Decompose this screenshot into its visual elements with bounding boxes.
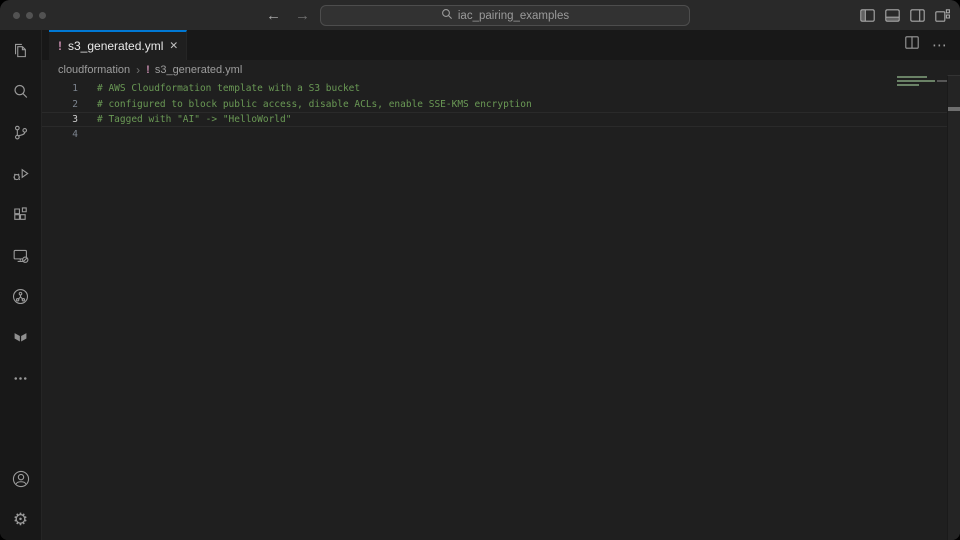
workbench: ⚙ ! s3_generated.yml ✕ ⋯	[0, 30, 960, 540]
manage-gear-icon[interactable]: ⚙	[0, 499, 41, 540]
accounts-icon[interactable]	[0, 458, 41, 499]
tab-label: s3_generated.yml	[68, 39, 163, 53]
run-and-debug-icon[interactable]	[0, 153, 41, 194]
breadcrumb-separator-icon: ›	[136, 63, 140, 77]
editor-group: ! s3_generated.yml ✕ ⋯ cloudformation ›	[42, 30, 960, 540]
search-view-icon[interactable]	[0, 71, 41, 112]
yaml-file-icon: !	[58, 39, 62, 53]
git-graph-icon[interactable]	[0, 276, 41, 317]
line-text: # configured to block public access, dis…	[97, 99, 532, 110]
code-line[interactable]: 2 # configured to block public access, d…	[42, 96, 960, 111]
toggle-sidebar-right-icon[interactable]	[910, 9, 925, 22]
breadcrumb-file-label: s3_generated.yml	[155, 64, 242, 76]
overview-ruler[interactable]	[947, 75, 960, 540]
vscode-window: ← → iac_pairing_examples	[0, 0, 960, 540]
toggle-sidebar-left-icon[interactable]	[860, 9, 875, 22]
more-actions-icon[interactable]: ⋯	[932, 38, 947, 53]
line-number[interactable]: 1	[42, 83, 78, 94]
code-line[interactable]: 1 # AWS Cloudformation template with a S…	[42, 81, 960, 96]
window-close-button[interactable]	[13, 12, 20, 19]
remote-explorer-icon[interactable]	[0, 235, 41, 276]
line-number[interactable]: 2	[42, 99, 78, 110]
yaml-file-icon: !	[146, 64, 150, 76]
title-bar: ← → iac_pairing_examples	[0, 0, 960, 30]
history-nav: ← →	[266, 0, 310, 30]
source-control-icon[interactable]	[0, 112, 41, 153]
search-icon	[441, 8, 453, 23]
explorer-icon[interactable]	[0, 30, 41, 71]
window-zoom-button[interactable]	[39, 12, 46, 19]
command-center-query: iac_pairing_examples	[458, 10, 569, 22]
tab-bar: ! s3_generated.yml ✕ ⋯	[42, 30, 960, 60]
toggle-panel-icon[interactable]	[885, 9, 900, 22]
code-editor[interactable]: 1 # AWS Cloudformation template with a S…	[42, 79, 960, 540]
tab-s3-generated-yml[interactable]: ! s3_generated.yml ✕	[49, 30, 187, 60]
line-number[interactable]: 3	[42, 114, 78, 125]
layout-controls	[860, 0, 950, 30]
line-text: # Tagged with "AI" -> "HelloWorld"	[97, 114, 291, 125]
split-editor-icon[interactable]	[905, 36, 919, 54]
code-line[interactable]: 4	[42, 127, 960, 142]
breadcrumb-folder[interactable]: cloudformation	[58, 64, 130, 76]
extensions-icon[interactable]	[0, 194, 41, 235]
code-line-active[interactable]: 3 # Tagged with "AI" -> "HelloWorld"	[42, 112, 960, 127]
activity-bar: ⚙	[0, 30, 42, 540]
window-minimize-button[interactable]	[26, 12, 33, 19]
breadcrumb: cloudformation › ! s3_generated.yml	[42, 60, 960, 79]
terraform-icon[interactable]	[0, 317, 41, 358]
line-number[interactable]: 4	[42, 129, 78, 140]
minimap[interactable]	[897, 76, 953, 96]
go-forward-icon[interactable]: →	[295, 7, 310, 24]
editor-actions: ⋯	[905, 30, 947, 60]
customize-layout-icon[interactable]	[935, 9, 950, 22]
additional-views-icon[interactable]	[0, 358, 41, 399]
go-back-icon[interactable]: ←	[266, 7, 281, 24]
line-text: # AWS Cloudformation template with a S3 …	[97, 83, 360, 94]
tab-close-icon[interactable]: ✕	[169, 40, 178, 52]
command-center[interactable]: iac_pairing_examples	[320, 5, 690, 26]
window-controls	[13, 12, 46, 19]
breadcrumb-file[interactable]: ! s3_generated.yml	[146, 64, 242, 76]
cursor-position-marker	[948, 107, 960, 111]
